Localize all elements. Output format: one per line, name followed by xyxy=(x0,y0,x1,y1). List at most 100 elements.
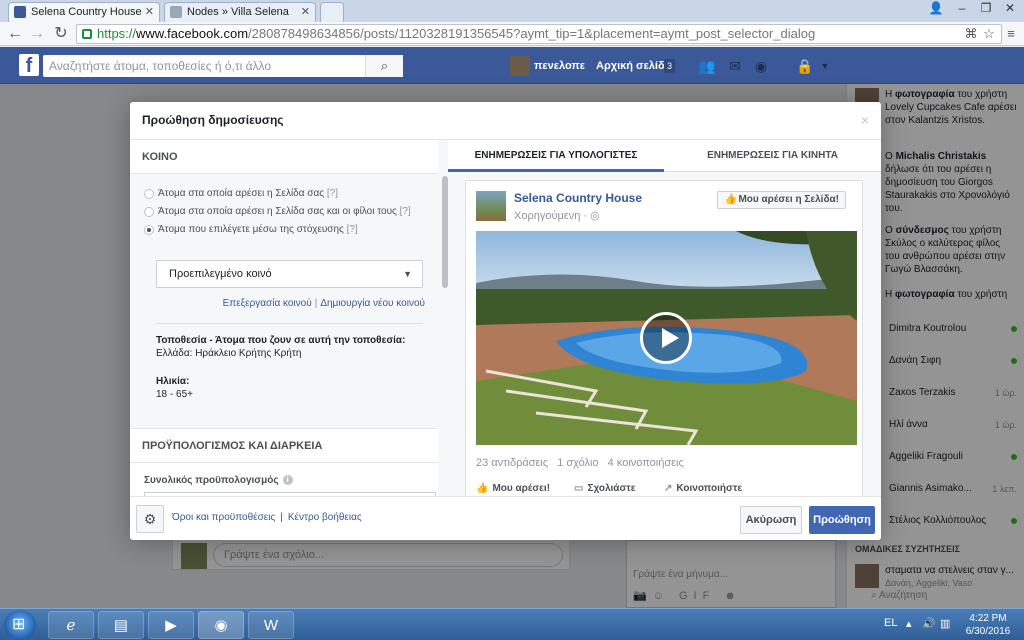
play-icon[interactable] xyxy=(640,312,692,364)
notifications-globe-icon[interactable]: ◉ xyxy=(752,58,770,74)
footer-links: Όροι και προϋποθέσεις | Κέντρο βοήθειας xyxy=(172,512,362,523)
cancel-button[interactable]: Ακύρωση xyxy=(740,506,802,534)
language-indicator[interactable]: EL xyxy=(884,617,897,629)
info-icon[interactable]: i xyxy=(282,475,293,486)
file-explorer-icon[interactable]: ▤ xyxy=(98,611,144,639)
divider xyxy=(156,323,423,324)
browser-tab-selena[interactable]: Selena Country House ✕ xyxy=(8,2,160,22)
thumbs-up-icon: 👍 xyxy=(724,194,737,205)
create-audience-link[interactable]: Δημιουργία νέου κοινού xyxy=(320,298,425,309)
comment-icon: ▭ xyxy=(574,483,584,494)
account-menu-chevron-icon[interactable]: ▼ xyxy=(816,58,834,74)
windows-taskbar: ℯ ▤ ▶ ◉ W EL ▴ 🔊 ▥ 4:22 PM 6/30/2016 xyxy=(0,608,1024,640)
boost-button[interactable]: Προώθηση xyxy=(809,506,875,534)
video-thumbnail[interactable] xyxy=(476,231,857,445)
browser-tab-bar: Selena Country House ✕ Nodes » Villa Sel… xyxy=(0,0,1024,22)
tab-close-icon[interactable]: ✕ xyxy=(145,3,154,21)
age-detail: Ηλικία: 18 - 65+ xyxy=(156,376,193,400)
terms-link[interactable]: Όροι και προϋποθέσεις xyxy=(172,512,275,523)
like-page-button[interactable]: 👍 Μου αρέσει η Σελίδα! xyxy=(717,191,846,209)
window-close-icon[interactable]: ✕ xyxy=(998,0,1022,18)
start-button[interactable] xyxy=(4,610,36,640)
tab-close-icon[interactable]: ✕ xyxy=(301,3,310,21)
friend-requests-icon[interactable]: 👥 xyxy=(698,58,716,74)
share-icon: ↗ xyxy=(664,483,673,494)
reload-icon[interactable]: ↻ xyxy=(52,24,70,44)
new-tab-button[interactable] xyxy=(320,2,344,22)
budget-header: ΠΡΟΫΠΟΛΟΓΙΣΜΟΣ ΚΑΙ ΔΙΑΡΚΕΙΑ xyxy=(142,440,323,452)
profile-icon[interactable]: 👤 xyxy=(924,0,948,18)
radio-button-selected[interactable] xyxy=(144,225,154,235)
globe-icon: ◎ xyxy=(590,210,600,222)
sponsored-label: Χορηγούμενη · ◎ xyxy=(514,210,600,222)
reactions-count[interactable]: 23 αντιδράσεις xyxy=(476,457,548,469)
edit-audience-link[interactable]: Επεξεργασία κοινού xyxy=(223,298,312,309)
lock-icon xyxy=(82,29,92,39)
audience-details-box: Προεπιλεγμένο κοινό ▼ Επεξεργασία κοινού… xyxy=(144,248,437,414)
bookmark-star-icon[interactable]: ☆ xyxy=(980,26,998,42)
messages-icon[interactable]: ✉ xyxy=(726,58,744,74)
restore-icon[interactable]: ❐ xyxy=(974,0,998,18)
help-icon: [?] xyxy=(326,188,338,199)
facebook-favicon-icon xyxy=(14,6,26,18)
like-action[interactable]: 👍 Μου αρέσει! xyxy=(476,483,550,494)
radio-button[interactable] xyxy=(144,189,154,199)
word-icon[interactable]: W xyxy=(248,611,294,639)
chevron-down-icon: ▼ xyxy=(403,269,412,279)
tab-label: Nodes » Villa Selena xyxy=(187,6,289,18)
privacy-lock-icon[interactable]: 🔒 xyxy=(796,58,814,74)
boost-post-dialog: Προώθηση δημοσίευσης × ΚΟΙΝΟ Άτομα στα ο… xyxy=(130,102,881,540)
audience-select[interactable]: Προεπιλεγμένο κοινό ▼ xyxy=(156,260,423,288)
close-icon[interactable]: × xyxy=(861,112,869,128)
dialog-header: Προώθηση δημοσίευσης × xyxy=(130,102,881,140)
menu-icon[interactable]: ≡ xyxy=(1002,26,1020,42)
audience-option-page-likes-and-friends[interactable]: Άτομα στα οποία αρέσει η Σελίδα σας και … xyxy=(144,206,411,218)
engagement-stats: 23 αντιδράσεις 1 σχόλιο 4 κοινοποιήσεις xyxy=(476,457,690,469)
url-scheme: https:// xyxy=(97,26,137,41)
post-preview: Selena Country House Χορηγούμενη · ◎ 👍 Μ… xyxy=(465,180,863,496)
thumbs-up-icon: 👍 xyxy=(476,483,489,494)
comment-action[interactable]: ▭ Σχολιάστε xyxy=(574,483,636,494)
boost-settings-panel: ΚΟΙΝΟ Άτομα στα οποία αρέσει η Σελίδα σα… xyxy=(130,140,448,496)
back-icon[interactable]: ← xyxy=(6,24,24,44)
minimize-icon[interactable]: – xyxy=(950,0,974,18)
comments-count[interactable]: 1 σχόλιο xyxy=(557,457,598,469)
profile-link[interactable]: πενελοπε xyxy=(510,56,585,76)
dialog-footer: ⚙ Όροι και προϋποθέσεις | Κέντρο βοήθειας … xyxy=(130,496,881,540)
chrome-icon[interactable]: ◉ xyxy=(198,611,244,639)
radio-button[interactable] xyxy=(144,207,154,217)
help-center-link[interactable]: Κέντρο βοήθειας xyxy=(288,512,362,523)
facebook-search-input[interactable]: Αναζητήστε άτομα, τοποθεσίες ή ό,τι άλλο… xyxy=(43,55,403,77)
tab-desktop-preview[interactable]: ΕΝΗΜΕΡΩΣΕΙΣ ΓΙΑ ΥΠΟΛΟΓΙΣΤΕΣ xyxy=(448,140,664,172)
address-bar[interactable]: https://www.facebook.com/280878498634856… xyxy=(76,24,1002,44)
audience-links: Επεξεργασία κοινού | Δημιουργία νέου κοινο… xyxy=(222,298,425,309)
internet-explorer-icon[interactable]: ℯ xyxy=(48,611,94,639)
volume-icon[interactable]: 🔊 xyxy=(922,617,936,630)
tab-mobile-preview[interactable]: ΕΝΗΜΕΡΩΣΕΙΣ ΓΙΑ ΚΙΝΗΤΑ xyxy=(664,140,881,172)
search-icon[interactable]: ⌕ xyxy=(365,55,403,77)
audience-option-page-likes[interactable]: Άτομα στα οποία αρέσει η Σελίδα σας [?] xyxy=(144,188,338,200)
page-avatar[interactable] xyxy=(476,191,506,221)
forward-icon[interactable]: → xyxy=(28,24,46,44)
tray-arrow-icon[interactable]: ▴ xyxy=(906,617,912,630)
url-host: www.facebook.com xyxy=(136,26,249,41)
media-player-icon[interactable]: ▶ xyxy=(148,611,194,639)
audience-option-targeting[interactable]: Άτομα που επιλέγετε μέσω της στόχευσης [… xyxy=(144,224,358,236)
divider xyxy=(130,462,438,463)
browser-tab-nodes[interactable]: Nodes » Villa Selena ✕ xyxy=(164,2,316,22)
url-path: /280878498634856/posts/1120328191356545?… xyxy=(248,26,816,41)
avatar xyxy=(510,56,530,76)
home-link[interactable]: Αρχική σελίδα xyxy=(596,56,671,76)
share-action[interactable]: ↗ Κοινοποιήστε xyxy=(664,483,742,494)
tab-label: Selena Country House xyxy=(31,6,142,18)
shares-count[interactable]: 4 κοινοποιήσεις xyxy=(608,457,684,469)
facebook-logo[interactable]: f xyxy=(19,54,39,77)
page-name[interactable]: Selena Country House xyxy=(514,191,642,205)
ad-preview-panel: ΕΝΗΜΕΡΩΣΕΙΣ ΓΙΑ ΥΠΟΛΟΓΙΣΤΕΣ ΕΝΗΜΕΡΩΣΕΙΣ … xyxy=(448,140,881,496)
translate-icon[interactable]: ⌘ xyxy=(962,26,980,42)
network-icon[interactable]: ▥ xyxy=(940,617,950,630)
gear-icon[interactable]: ⚙ xyxy=(136,505,164,533)
dialog-title: Προώθηση δημοσίευσης xyxy=(142,113,284,127)
clock[interactable]: 4:22 PM 6/30/2016 xyxy=(960,612,1016,638)
page-favicon-icon xyxy=(170,6,182,18)
